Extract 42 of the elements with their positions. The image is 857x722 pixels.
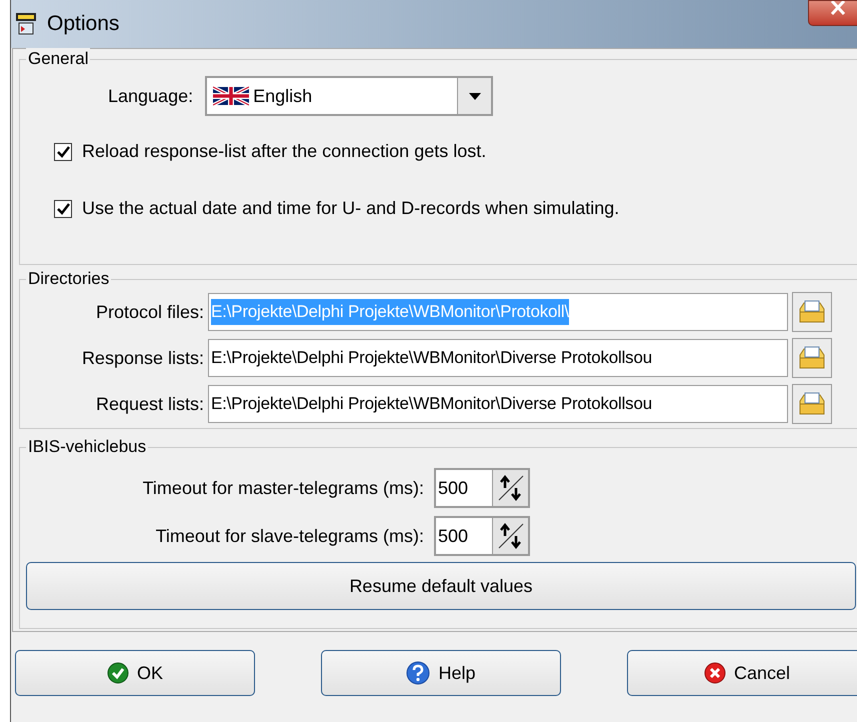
language-dropdown[interactable]: English [205, 76, 494, 116]
window-title: Options [47, 11, 120, 38]
language-label: Language: [108, 84, 194, 108]
checkbox[interactable] [54, 200, 72, 218]
spin-button[interactable] [492, 470, 528, 506]
field-label: Response lists: [80, 346, 204, 370]
spin-field[interactable]: 500 [434, 516, 530, 556]
up-down-arrows-icon [498, 475, 524, 501]
flag-icon [213, 86, 250, 106]
spin-value: 500 [437, 524, 470, 548]
browse-button[interactable] [792, 292, 832, 332]
close-icon [829, 1, 847, 15]
path-field[interactable]: E:\Projekte\Delphi Projekte\WBMonitor\Diverse Protokollsou [208, 339, 788, 377]
dropdown-arrow-button[interactable] [457, 78, 492, 114]
timeout-label: Timeout for master-telegrams (ms): [142, 476, 424, 500]
field-label: Request lists: [94, 392, 204, 416]
dialog-button[interactable]: Help [321, 650, 561, 696]
app-icon [15, 12, 37, 36]
browse-button[interactable] [792, 338, 832, 378]
checkmark-icon [106, 662, 129, 684]
spin-button[interactable] [492, 518, 528, 554]
checkbox[interactable] [54, 142, 72, 160]
path-text: E:\Projekte\Delphi Projekte\WBMonitor\Protokoll\ [211, 299, 569, 325]
field-label: Protocol files: [94, 300, 204, 324]
dialog-button[interactable]: Cancel [627, 650, 857, 696]
path-text: E:\Projekte\Delphi Projekte\WBMonitor\Diverse Protokollsou [211, 347, 652, 370]
up-down-arrows-icon [498, 523, 524, 549]
language-value: English [253, 84, 314, 108]
path-field[interactable]: E:\Projekte\Delphi Projekte\WBMonitor\Diverse Protokollsou [208, 385, 788, 423]
cancel-icon [704, 662, 726, 684]
reset-defaults-button[interactable]: Resume default values [26, 562, 856, 610]
spin-value: 500 [437, 476, 470, 500]
checkbox-label: Reload response-list after the connection gets lost. [82, 140, 486, 163]
help-icon [406, 661, 430, 685]
browse-button[interactable] [792, 384, 832, 424]
timeout-label: Timeout for slave-telegrams (ms): [154, 524, 424, 548]
path-text: E:\Projekte\Delphi Projekte\WBMonitor\Diverse Protokollsou [211, 393, 652, 416]
spin-field[interactable]: 500 [434, 468, 530, 508]
dialog-button[interactable]: OK [15, 650, 255, 696]
caret-icon [468, 92, 481, 100]
checkbox-label: Use the actual date and time for U- and D-records when simulating. [82, 197, 620, 220]
close-button[interactable] [808, 0, 857, 26]
